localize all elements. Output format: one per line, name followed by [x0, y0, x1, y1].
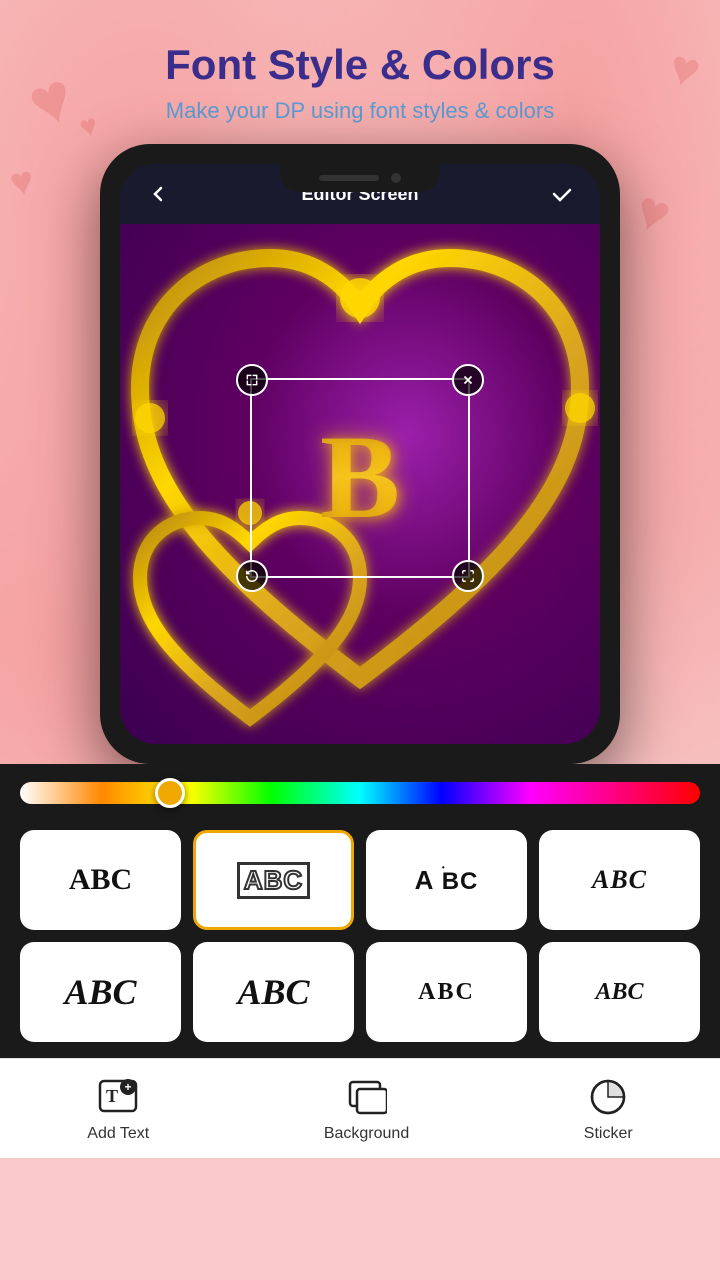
color-slider-container [0, 764, 720, 818]
font-preview-8: ABC [595, 979, 643, 1006]
font-preview-3: A • BC [415, 865, 479, 896]
font-item-4[interactable]: ABC [539, 830, 700, 930]
font-item-8[interactable]: ABC [539, 942, 700, 1042]
font-preview-5: ABC [64, 971, 136, 1013]
font-item-1[interactable]: ABC [20, 830, 181, 930]
font-item-2[interactable]: ABC [193, 830, 354, 930]
color-slider-track[interactable] [20, 782, 700, 804]
font-item-6[interactable]: ABC [193, 942, 354, 1042]
nav-sticker-label: Sticker [584, 1125, 633, 1143]
title-section: Font Style & Colors Make your DP using f… [145, 0, 575, 144]
font-preview-6: ABC [237, 971, 309, 1013]
corner-rotate[interactable] [236, 560, 268, 592]
nav-background[interactable]: Background [304, 1067, 429, 1151]
background-icon [345, 1075, 389, 1119]
font-preview-2: ABC [237, 862, 310, 899]
nav-add-text[interactable]: T + Add Text [67, 1067, 169, 1151]
phone-notch [280, 164, 440, 192]
subtitle: Make your DP using font styles & colors [165, 98, 555, 124]
font-preview-4: ABC [592, 865, 647, 895]
font-item-7[interactable]: ABC [366, 942, 527, 1042]
back-button[interactable] [140, 176, 176, 212]
notch-speaker [319, 175, 379, 181]
nav-background-label: Background [324, 1125, 409, 1143]
main-title: Font Style & Colors [165, 40, 555, 90]
font-item-3[interactable]: A • BC [366, 830, 527, 930]
slider-thumb[interactable] [155, 778, 185, 808]
check-button[interactable] [544, 176, 580, 212]
nav-add-text-label: Add Text [87, 1125, 149, 1143]
corner-edit[interactable] [236, 364, 268, 396]
notch-camera [391, 173, 401, 183]
font-preview-7: ABC [418, 979, 475, 1006]
canvas-area[interactable]: B [120, 224, 600, 744]
add-text-icon: T + [96, 1075, 140, 1119]
phone-screen: Editor Screen [120, 164, 600, 744]
svg-text:+: + [125, 1080, 132, 1094]
sticker-icon [586, 1075, 630, 1119]
nav-sticker[interactable]: Sticker [564, 1067, 653, 1151]
svg-text:T: T [106, 1086, 118, 1106]
font-item-5[interactable]: ABC [20, 942, 181, 1042]
corner-delete[interactable] [452, 364, 484, 396]
canvas-letter[interactable]: B [320, 408, 400, 546]
bottom-panel: ABC ABC A • BC ABC ABC ABC [0, 764, 720, 1058]
font-preview-1: ABC [69, 863, 132, 897]
bottom-nav: T + Add Text Background [0, 1058, 720, 1158]
corner-resize[interactable] [452, 560, 484, 592]
phone-mockup: Editor Screen [100, 144, 620, 764]
phone-frame: Editor Screen [100, 144, 620, 764]
font-grid: ABC ABC A • BC ABC ABC ABC [0, 818, 720, 1058]
